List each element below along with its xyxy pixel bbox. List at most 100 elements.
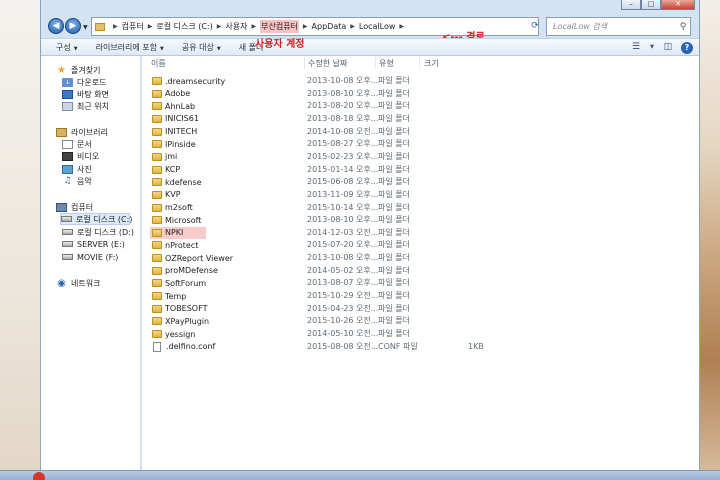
nav-videos[interactable]: 비디오 [62, 150, 99, 162]
file-name-cell[interactable]: yessign [150, 328, 206, 340]
share-with-button[interactable]: 공유 대상 ▼ [182, 42, 221, 53]
file-row[interactable]: jmi 2015-02-23 오후... 파일 폴더 [150, 151, 590, 163]
file-row[interactable]: OZReport Viewer 2013-10-08 오후... 파일 폴더 [150, 252, 590, 264]
nav-libraries[interactable]: 라이브러리 [56, 126, 108, 138]
search-box[interactable]: ⚲ [546, 17, 691, 36]
nav-drive-f[interactable]: MOVIE (F:) [62, 251, 118, 263]
chevron-right-icon[interactable]: ▶ [399, 23, 404, 30]
breadcrumb-user-account[interactable]: 부산컴퓨터 [260, 20, 299, 33]
file-name-cell[interactable]: IPinside [150, 138, 206, 150]
column-header-type[interactable]: 유형 [379, 58, 394, 69]
search-input[interactable] [553, 22, 676, 31]
search-icon[interactable]: ⚲ [676, 22, 690, 32]
nav-drive-d[interactable]: 로컬 디스크 (D:) [62, 226, 134, 238]
column-header-size[interactable]: 크기 [424, 58, 439, 69]
file-name-cell[interactable]: jmi [150, 151, 206, 163]
start-orb-icon[interactable] [33, 472, 45, 480]
file-row[interactable]: .dreamsecurity 2013-10-08 오후... 파일 폴더 [150, 75, 590, 87]
column-divider[interactable] [419, 57, 420, 69]
maximize-button[interactable]: □ [641, 0, 661, 10]
view-options-icon[interactable]: ☰ [629, 41, 643, 54]
file-name-cell[interactable]: NPKI [150, 226, 206, 239]
file-name-cell[interactable]: Temp [150, 290, 206, 302]
file-name-cell[interactable]: INICIS61 [150, 113, 206, 125]
nav-documents[interactable]: 문서 [62, 138, 92, 150]
file-row[interactable]: INICIS61 2013-08-18 오후... 파일 폴더 [150, 113, 590, 125]
file-row[interactable]: proMDefense 2014-05-02 오후... 파일 폴더 [150, 265, 590, 277]
chevron-right-icon[interactable]: ▶ [251, 23, 256, 30]
file-row[interactable]: IPinside 2015-08-27 오후... 파일 폴더 [150, 138, 590, 150]
file-row[interactable]: INITECH 2014-10-08 오전... 파일 폴더 [150, 126, 590, 138]
file-row[interactable]: Microsoft 2013-08-10 오후... 파일 폴더 [150, 214, 590, 226]
file-name-cell[interactable]: proMDefense [150, 265, 218, 277]
breadcrumb-locallow[interactable]: LocalLow [359, 22, 396, 31]
column-divider[interactable] [375, 57, 376, 69]
file-name-cell[interactable]: .dreamsecurity [150, 75, 225, 87]
back-button[interactable]: ◀ [48, 18, 64, 34]
file-name-cell[interactable]: KCP [150, 164, 206, 176]
nav-network[interactable]: ◉ 네트워크 [56, 277, 100, 289]
file-name-cell[interactable]: XPayPlugin [150, 315, 209, 327]
nav-recent-places[interactable]: 최근 위치 [62, 100, 109, 112]
file-row[interactable]: KVP 2013-11-09 오후... 파일 폴더 [150, 189, 590, 201]
file-row[interactable]: SoftForum 2013-08-07 오후... 파일 폴더 [150, 277, 590, 289]
nav-pictures[interactable]: 사진 [62, 163, 92, 175]
folder-icon [152, 266, 162, 275]
minimize-button[interactable]: – [621, 0, 641, 10]
file-name-cell[interactable]: nProtect [150, 239, 206, 251]
file-name-cell[interactable]: .delfino.conf [150, 341, 215, 353]
file-name-cell[interactable]: Adobe [150, 88, 206, 100]
refresh-button[interactable]: ⟳ [529, 18, 541, 34]
breadcrumb-appdata[interactable]: AppData [312, 22, 347, 31]
chevron-right-icon[interactable]: ▶ [217, 23, 222, 30]
file-name-cell[interactable]: INITECH [150, 126, 206, 138]
chevron-down-icon[interactable]: ▼ [649, 41, 655, 54]
file-row[interactable]: AhnLab 2013-08-20 오후... 파일 폴더 [150, 100, 590, 112]
file-name-cell[interactable]: AhnLab [150, 100, 206, 112]
chevron-right-icon[interactable]: ▶ [113, 23, 118, 30]
chevron-right-icon[interactable]: ▶ [303, 23, 308, 30]
breadcrumb-users[interactable]: 사용자 [225, 21, 247, 32]
file-row-npki[interactable]: NPKI 2014-12-03 오전... 파일 폴더 [150, 226, 590, 239]
file-row[interactable]: nProtect 2015-07-20 오후... 파일 폴더 [150, 239, 590, 251]
file-row[interactable]: TOBESOFT 2015-04-23 오전... 파일 폴더 [150, 303, 590, 315]
nav-desktop[interactable]: 바탕 화면 [62, 88, 109, 100]
forward-button[interactable]: ▶ [65, 18, 81, 34]
file-name-cell[interactable]: Microsoft [150, 214, 206, 226]
address-bar[interactable]: ▶ 컴퓨터 ▶ 로컬 디스크 (C:) ▶ 사용자 ▶ 부산컴퓨터 ▶ AppD… [91, 17, 539, 43]
file-name-cell[interactable]: OZReport Viewer [150, 252, 233, 264]
file-row[interactable]: yessign 2014-05-10 오전... 파일 폴더 [150, 328, 590, 340]
file-row[interactable]: m2soft 2015-10-14 오후... 파일 폴더 [150, 202, 590, 214]
nav-favorites[interactable]: ★ 즐겨찾기 [56, 64, 100, 76]
file-name-cell[interactable]: kdefense [150, 176, 206, 188]
file-name-cell[interactable]: m2soft [150, 202, 206, 214]
breadcrumb-local-disk-c[interactable]: 로컬 디스크 (C:) [156, 21, 212, 32]
file-name-cell[interactable]: KVP [150, 189, 206, 201]
chevron-right-icon[interactable]: ▶ [350, 23, 355, 30]
nav-drive-c[interactable]: 로컬 디스크 (C:) [60, 213, 132, 225]
file-row[interactable]: Adobe 2013-08-10 오후... 파일 폴더 [150, 88, 590, 100]
help-icon[interactable]: ? [681, 42, 693, 54]
nav-computer[interactable]: 컴퓨터 [56, 201, 93, 213]
include-library-button[interactable]: 라이브러리에 포함 ▼ [96, 42, 164, 53]
file-row[interactable]: Temp 2015-10-29 오전... 파일 폴더 [150, 290, 590, 302]
nav-music[interactable]: ♫ 음악 [62, 175, 91, 187]
recent-pages-dropdown[interactable]: ▼ [83, 24, 88, 31]
file-row[interactable]: .delfino.conf 2015-08-08 오전... CONF 파일 1KB [150, 341, 590, 353]
file-name: Temp [165, 291, 187, 301]
organize-button[interactable]: 구성 ▼ [56, 42, 78, 53]
preview-pane-icon[interactable]: ◫ [661, 41, 675, 54]
column-header-modified[interactable]: 수정한 날짜 [308, 58, 347, 69]
nav-downloads[interactable]: ↓ 다운로드 [62, 76, 106, 88]
breadcrumb-computer[interactable]: 컴퓨터 [122, 21, 144, 32]
file-row[interactable]: kdefense 2015-06-08 오후... 파일 폴더 [150, 176, 590, 188]
nav-drive-e[interactable]: SERVER (E:) [62, 238, 125, 250]
chevron-right-icon[interactable]: ▶ [148, 23, 153, 30]
file-name-cell[interactable]: SoftForum [150, 277, 206, 289]
close-button[interactable]: ✕ [661, 0, 695, 10]
file-name-cell[interactable]: TOBESOFT [150, 303, 207, 315]
column-divider[interactable] [304, 57, 305, 69]
column-header-name[interactable]: 이름 [151, 58, 166, 69]
file-row[interactable]: KCP 2015-01-14 오후... 파일 폴더 [150, 164, 590, 176]
file-row[interactable]: XPayPlugin 2015-10-26 오전... 파일 폴더 [150, 315, 590, 327]
